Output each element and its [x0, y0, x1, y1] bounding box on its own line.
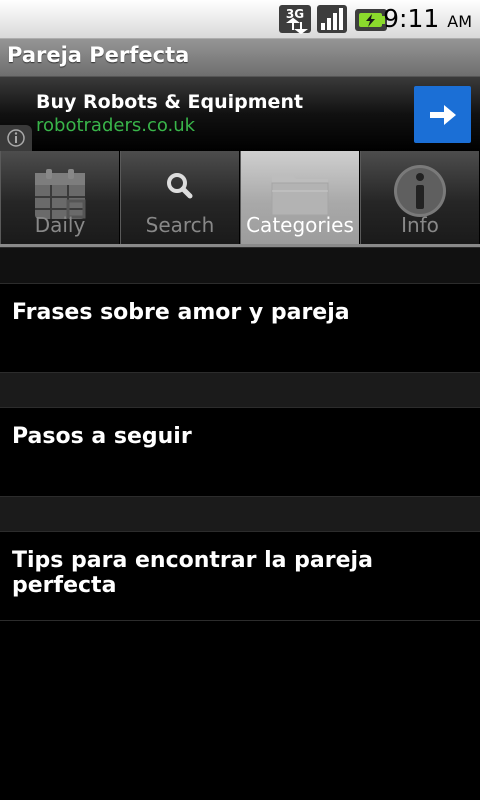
signal-icon	[317, 5, 347, 33]
list-item[interactable]: Pasos a seguir	[0, 408, 480, 496]
list-separator	[0, 496, 480, 532]
list-divider	[0, 620, 480, 621]
status-bar: 3G 9:11 AM	[0, 0, 480, 39]
ad-url[interactable]: robotraders.co.uk	[36, 115, 195, 136]
list-separator	[0, 247, 480, 284]
list-item[interactable]: Tips para encontrar la pareja perfecta	[0, 532, 480, 620]
clock: 9:11 AM	[383, 4, 472, 33]
folder-icon	[271, 175, 329, 216]
tab-categories[interactable]: Categories	[240, 151, 360, 244]
tab-bar: Daily Search Categories Info	[0, 151, 480, 244]
tab-daily[interactable]: Daily	[0, 151, 120, 244]
title-bar: Pareja Perfecta	[0, 38, 480, 76]
arrow-right-icon	[429, 104, 456, 125]
3g-data-icon: 3G	[279, 5, 311, 34]
list-item-label: Tips para encontrar la pareja perfecta	[12, 548, 373, 598]
ad-open-button[interactable]	[414, 86, 471, 143]
app-title: Pareja Perfecta	[7, 43, 190, 67]
list-item-label: Pasos a seguir	[12, 424, 192, 449]
category-list: Frases sobre amor y pareja Pasos a segui…	[0, 247, 480, 621]
svg-text:3G: 3G	[286, 7, 304, 21]
list-item-label: Frases sobre amor y pareja	[12, 300, 350, 325]
tab-label: Categories	[246, 213, 354, 237]
info-icon	[7, 129, 25, 147]
list-separator	[0, 372, 480, 408]
info-icon	[394, 165, 446, 217]
search-icon	[167, 173, 193, 199]
ad-info-button[interactable]	[0, 125, 32, 151]
tab-info[interactable]: Info	[360, 151, 480, 244]
ad-title[interactable]: Buy Robots & Equipment	[36, 91, 303, 113]
tab-label: Daily	[34, 213, 86, 237]
tab-search[interactable]: Search	[120, 151, 240, 244]
ad-banner[interactable]: Buy Robots & Equipment robotraders.co.uk	[0, 76, 480, 151]
tab-label: Search	[145, 213, 215, 237]
tab-label: Info	[401, 213, 439, 237]
list-item[interactable]: Frases sobre amor y pareja	[0, 284, 480, 372]
